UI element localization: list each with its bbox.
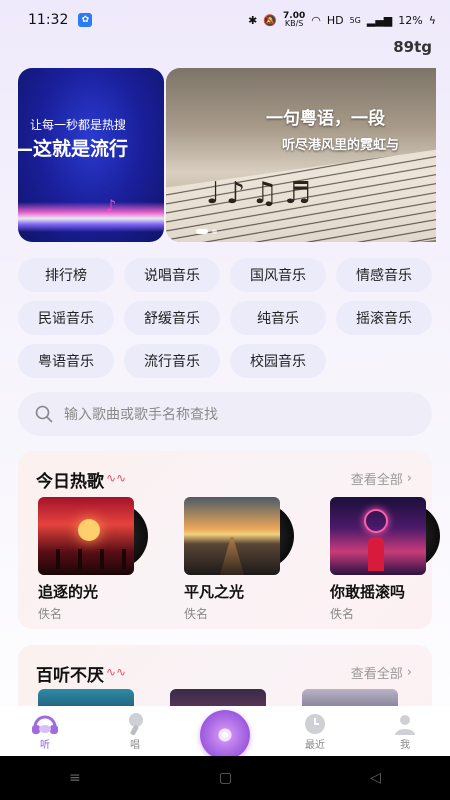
cover-road [220, 537, 244, 575]
status-time: 11:32 [28, 12, 69, 28]
banner-carousel[interactable]: 让每一秒都是热搜 —这就是流行 ♪ ♩♪♫♬ 一句粤语，一段 听尽港风里的霓虹与 [18, 68, 450, 242]
nav-me-label: 我 [400, 740, 410, 751]
vinyl-center [222, 732, 228, 738]
category-grid: 排行榜 说唱音乐 国风音乐 情感音乐 民谣音乐 舒缓音乐 纯音乐 摇滚音乐 粤语… [18, 258, 432, 378]
song-artist: 佚名 [38, 607, 63, 621]
nav-listen[interactable]: 听 [15, 712, 75, 751]
waveform-icon: ∿∿ [106, 471, 127, 485]
search-icon [35, 405, 53, 423]
category-chip[interactable]: 说唱音乐 [124, 258, 220, 292]
banner-slide-cantonese[interactable]: ♩♪♫♬ 一句粤语，一段 听尽港风里的霓虹与 [166, 68, 436, 242]
song-cover [38, 497, 134, 575]
category-chip[interactable]: 排行榜 [18, 258, 114, 292]
nav-sing-label: 唱 [130, 740, 140, 751]
clock-icon [300, 712, 330, 736]
nav-listen-label: 听 [40, 740, 50, 751]
category-chip[interactable]: 民谣音乐 [18, 301, 114, 335]
status-indicators: ✱ 🔕 7.00 KB/S ◠ HD 5G ▂▄▆ 12% ϟ [248, 12, 436, 28]
cover-sun [78, 519, 100, 541]
song-name: 你敢摇滚吗 [330, 583, 406, 601]
banner-right-line1: 一句粤语，一段 [266, 109, 385, 129]
song-card[interactable]: 平凡之光 佚名 [184, 497, 294, 622]
nav-recent[interactable]: 最近 [285, 712, 345, 751]
banner-glow [18, 202, 164, 232]
cover-neon [364, 509, 388, 533]
net-speed-unit: KB/S [284, 19, 304, 28]
wifi-icon: ◠ [311, 13, 321, 27]
cover-silhouettes [38, 549, 134, 569]
category-chip[interactable]: 粤语音乐 [18, 344, 114, 378]
chevron-right-icon: › [406, 471, 412, 486]
song-cover-wrap [330, 497, 440, 575]
cover-figure [368, 537, 384, 571]
hot-today-section: 今日热歌 ∿∿ 查看全部 › 追逐的光 佚名 平凡之光 佚名 你敢摇滚吗 佚名 [18, 451, 440, 629]
hot-song-list: 追逐的光 佚名 平凡之光 佚名 你敢摇滚吗 佚名 [38, 497, 440, 622]
nav-me[interactable]: 我 [375, 712, 435, 751]
favorites-view-all[interactable]: 查看全部 › [351, 663, 412, 682]
hot-today-view-all[interactable]: 查看全部 › [351, 469, 412, 488]
category-chip[interactable]: 国风音乐 [230, 258, 326, 292]
song-card[interactable]: 追逐的光 佚名 [38, 497, 148, 622]
signal-label: 5G [349, 15, 361, 25]
home-icon[interactable]: ▢ [219, 770, 232, 786]
status-bar: 11:32 ✿ ✱ 🔕 7.00 KB/S ◠ HD 5G ▂▄▆ 12% ϟ [0, 0, 450, 40]
category-chip[interactable]: 舒缓音乐 [124, 301, 220, 335]
microphone-icon [120, 712, 150, 736]
nav-recent-label: 最近 [305, 740, 325, 751]
back-icon[interactable]: ◁ [370, 770, 381, 786]
song-cover [184, 497, 280, 575]
song-name: 追逐的光 [38, 583, 99, 601]
hot-today-title: 今日热歌 [36, 472, 104, 492]
vinyl-player-icon [200, 710, 250, 760]
nav-player[interactable] [195, 710, 255, 760]
search-placeholder: 输入歌曲或歌手名称查找 [64, 407, 218, 423]
song-cover [330, 497, 426, 575]
signal-icon: ▂▄▆ [366, 13, 393, 27]
category-chip[interactable]: 纯音乐 [230, 301, 326, 335]
app-watermark-label: 89tg [393, 38, 432, 56]
banner-dot-active [196, 229, 208, 234]
banner-slide-pop[interactable]: 让每一秒都是热搜 —这就是流行 ♪ [18, 68, 164, 242]
favorites-title: 百听不厌 [36, 666, 104, 686]
chevron-right-icon: › [406, 665, 412, 680]
view-all-label: 查看全部 [350, 667, 403, 682]
song-name: 平凡之光 [184, 583, 245, 601]
category-chip[interactable]: 情感音乐 [336, 258, 432, 292]
battery-label: 12% [398, 13, 423, 27]
mute-icon: 🔕 [263, 13, 278, 27]
bluetooth-icon: ✱ [248, 13, 258, 27]
banner-left-line2: —这就是流行 [18, 138, 129, 160]
music-notes-icon: ♩♪♫♬ [206, 176, 318, 211]
song-artist: 佚名 [330, 607, 355, 621]
search-input[interactable]: 输入歌曲或歌手名称查找 [18, 392, 432, 436]
menu-icon[interactable]: ≡ [69, 770, 81, 786]
song-cover-wrap [184, 497, 294, 575]
hd-label: HD [326, 13, 344, 27]
charging-icon: ϟ [428, 13, 436, 27]
nav-sing[interactable]: 唱 [105, 712, 165, 751]
app-notification-icon: ✿ [78, 13, 93, 27]
bottom-nav: 听 唱 最近 我 [0, 706, 450, 760]
banner-right-line2: 听尽港风里的霓虹与 [282, 138, 400, 153]
category-chip[interactable]: 校园音乐 [230, 344, 326, 378]
headphones-icon [30, 712, 60, 736]
view-all-label: 查看全部 [350, 473, 403, 488]
banner-left-line1: 让每一秒都是热搜 [30, 118, 127, 132]
category-chip[interactable]: 摇滚音乐 [336, 301, 432, 335]
category-chip[interactable]: 流行音乐 [124, 344, 220, 378]
song-card[interactable]: 你敢摇滚吗 佚名 [330, 497, 440, 622]
song-artist: 佚名 [184, 607, 209, 621]
music-note-icon: ♪ [106, 196, 117, 215]
waveform-icon: ∿∿ [106, 665, 127, 679]
banner-dot [212, 229, 217, 234]
system-nav-bar: ≡ ▢ ◁ [0, 756, 450, 800]
song-cover-wrap [38, 497, 148, 575]
net-speed: 7.00 KB/S [283, 12, 305, 28]
banner-indicator [196, 229, 217, 234]
user-icon [390, 712, 420, 736]
